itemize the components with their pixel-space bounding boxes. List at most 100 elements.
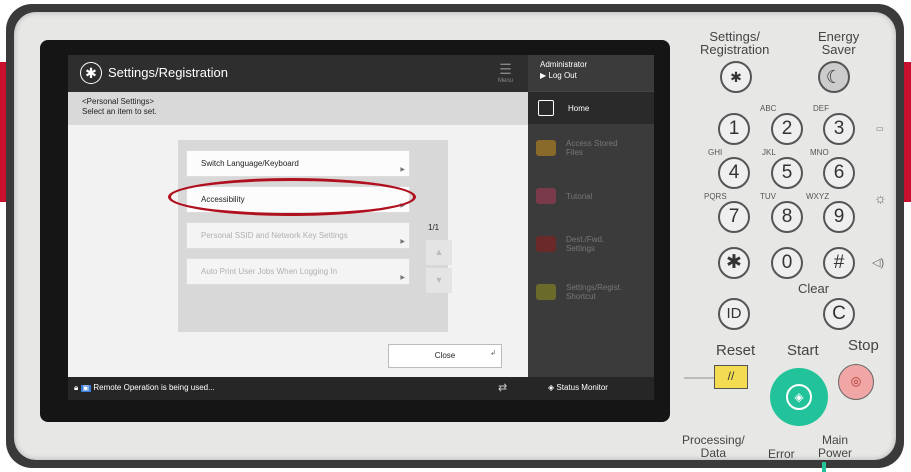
settings-registration-label: Settings/ Registration <box>700 29 770 57</box>
page-title: Settings/Registration <box>108 65 228 80</box>
shortcut-dest-fwd-settings[interactable]: Dest./Fwd. Settings <box>528 220 654 268</box>
clear-label: Clear <box>798 281 830 296</box>
admin-logout[interactable]: Administrator ▶ Log Out <box>528 55 654 92</box>
battery-indicator-icon: ▭ <box>876 124 884 133</box>
clear-key[interactable]: C <box>823 298 855 330</box>
settings-registration-key[interactable]: ✱ <box>720 61 752 93</box>
touch-screen: ✱ Settings/Registration ☰ Menu Administr… <box>68 55 654 400</box>
status-monitor-icon: ◈ <box>548 383 555 392</box>
start-diamond-icon: ◈ <box>786 384 812 410</box>
settings-shortcut-icon <box>536 284 556 300</box>
menu-button[interactable]: ☰ Menu <box>498 61 513 84</box>
home-button[interactable]: Home <box>528 92 654 124</box>
key-4[interactable]: 4 <box>718 157 750 189</box>
arrow-icon: ▶ <box>400 275 405 281</box>
key-letters: MNO <box>810 148 829 157</box>
energy-saver-key[interactable]: ☾ <box>818 61 850 93</box>
key-hash[interactable]: # <box>823 247 855 279</box>
list-item-switch-language[interactable]: Switch Language/Keyboard ▶ <box>186 150 410 177</box>
volume-icon[interactable]: ◁) <box>872 256 884 269</box>
main-power-label: Main Power <box>818 433 853 460</box>
divider <box>684 377 714 379</box>
list-item-personal-ssid[interactable]: Personal SSID and Network Key Settings ▶ <box>186 222 410 249</box>
admin-label: Administrator <box>540 60 588 69</box>
arrow-icon: ▶ <box>400 167 405 173</box>
stop-label: Stop <box>848 337 879 354</box>
shortcut-access-stored-files[interactable]: Access Stored Files <box>528 124 654 172</box>
scroll-up-button[interactable]: ▲ <box>426 240 452 265</box>
dest-fwd-icon <box>536 236 556 252</box>
key-star[interactable]: ✱ <box>718 247 750 279</box>
status-text: Remote Operation is being used... <box>93 383 215 392</box>
header-instruction: Select an item to set. <box>82 107 157 116</box>
list-item-auto-print[interactable]: Auto Print User Jobs When Logging In ▶ <box>186 258 410 285</box>
stored-files-icon <box>536 140 556 156</box>
shortcut-tutorial[interactable]: Tutorial <box>528 172 654 220</box>
key-letters: JKL <box>762 148 776 157</box>
key-letters: DEF <box>813 104 829 113</box>
key-letters: TUV <box>760 192 776 201</box>
shortcut-label: Dest./Fwd. Settings <box>566 235 605 253</box>
close-button[interactable]: Close ↲ <box>388 344 502 368</box>
menu-label: Menu <box>498 78 514 84</box>
settings-list: Switch Language/Keyboard ▶ Accessibility… <box>178 140 452 332</box>
status-monitor-label: Status Monitor <box>556 383 608 392</box>
energy-saver-label: Energy Saver <box>818 29 860 57</box>
logout-label: Log Out <box>548 71 577 80</box>
title-bar: ✱ Settings/Registration ☰ Menu <box>68 55 528 92</box>
monitor-icon: ▣ <box>80 385 92 392</box>
page-indicator: 1/1 <box>428 223 440 232</box>
start-button[interactable]: ◈ <box>770 368 828 426</box>
highlight-annotation-oval <box>168 178 416 216</box>
tutorial-icon <box>536 188 556 204</box>
shortcut-label: Settings/Regist. Shortcut <box>566 283 623 301</box>
key-letters: WXYZ <box>806 192 830 201</box>
return-arrow-icon: ↲ <box>490 350 496 357</box>
key-1[interactable]: 1 <box>718 113 750 145</box>
scroll-down-button[interactable]: ▼ <box>426 268 452 293</box>
key-letters: GHI <box>708 148 723 157</box>
id-key[interactable]: ID <box>718 298 750 330</box>
settings-gear-icon: ✱ <box>80 62 102 84</box>
stop-icon: ◎ <box>850 374 862 388</box>
key-9[interactable]: 9 <box>823 201 855 233</box>
triangle-up-icon: ▲ <box>434 247 444 257</box>
list-item-label: Auto Print User Jobs When Logging In <box>201 267 338 276</box>
status-bar: 🔒︎ ▣ Remote Operation is being used... ⇄… <box>68 377 654 400</box>
key-3[interactable]: 3 <box>823 113 855 145</box>
list-item-label: Switch Language/Keyboard <box>201 159 299 168</box>
error-label: Error <box>768 447 795 461</box>
main-power-indicator <box>822 462 826 472</box>
hamburger-icon: ☰ <box>499 61 512 77</box>
close-label: Close <box>434 351 456 360</box>
home-label: Home <box>568 103 590 113</box>
key-6[interactable]: 6 <box>823 157 855 189</box>
shortcut-label: Tutorial <box>566 191 593 201</box>
key-0[interactable]: 0 <box>771 247 803 279</box>
list-item-label: Personal SSID and Network Key Settings <box>201 231 348 240</box>
remote-operation-status: 🔒︎ ▣ Remote Operation is being used... <box>74 383 215 393</box>
triangle-down-icon: ▼ <box>434 275 444 285</box>
key-5[interactable]: 5 <box>771 157 803 189</box>
key-letters: ABC <box>760 104 777 113</box>
logout-icon: ▶ <box>540 71 547 80</box>
content-header: <Personal Settings> Select an item to se… <box>68 92 528 125</box>
reset-button[interactable]: // <box>714 365 748 389</box>
start-label: Start <box>787 342 819 359</box>
brightness-icon[interactable]: ☼ <box>874 190 887 206</box>
key-2[interactable]: 2 <box>771 113 803 145</box>
arrow-icon: ▶ <box>400 239 405 245</box>
status-monitor-button[interactable]: ◈ Status Monitor <box>548 383 608 392</box>
shortcut-label: Access Stored Files <box>566 139 618 157</box>
reset-label: Reset <box>716 342 756 359</box>
lock-icon: 🔒︎ <box>74 383 79 392</box>
shortcut-sidebar: Administrator ▶ Log Out Home Access Stor… <box>528 55 654 400</box>
key-7[interactable]: 7 <box>718 201 750 233</box>
settings-content: <Personal Settings> Select an item to se… <box>68 92 528 377</box>
shortcut-settings-regist[interactable]: Settings/Regist. Shortcut <box>528 268 654 316</box>
key-8[interactable]: 8 <box>771 201 803 233</box>
stop-button[interactable]: ◎ <box>838 364 874 400</box>
switch-display-icon[interactable]: ⇄ <box>498 381 507 394</box>
key-letters: PQRS <box>704 192 727 201</box>
slash-icon: // <box>727 369 735 383</box>
